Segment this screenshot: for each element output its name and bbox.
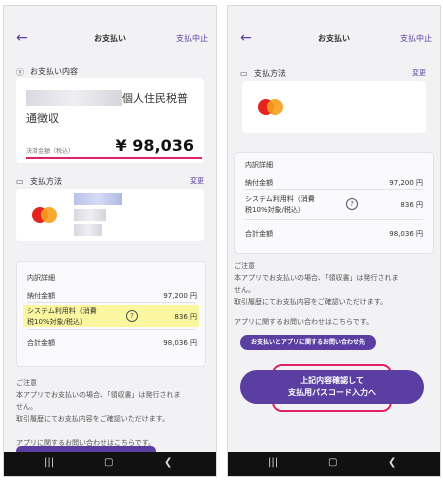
phone-screen-right: ← お支払い 支払中止 ▭ 支払方法 変更 内訳詳細 納付金額 97,200 円… xyxy=(227,5,441,477)
blurred-card-info xyxy=(74,209,106,221)
breakdown-label: 納付金額 xyxy=(27,292,55,300)
divider xyxy=(245,189,423,190)
divider xyxy=(245,219,423,220)
app-header: ← お支払い 支払中止 xyxy=(4,6,216,62)
notes-line: せん。 xyxy=(234,286,255,294)
breakdown-value: 97,200 円 xyxy=(389,179,423,187)
nav-home-icon[interactable]: ▢ xyxy=(104,457,113,468)
item-name-line2: 通徴収 xyxy=(26,112,59,125)
change-payment-method-link[interactable]: 変更 xyxy=(412,68,426,78)
app-header: ← お支払い 支払中止 xyxy=(228,6,440,62)
breakdown-label: 合計金額 xyxy=(27,339,55,347)
question-icon[interactable]: ? xyxy=(346,198,358,210)
breakdown-label: 納付金額 xyxy=(245,179,273,187)
android-nav-bar: ||| ▢ ❮ xyxy=(4,452,216,476)
notes-line: 取引履歴にてお支払内容をご確認いただけます。 xyxy=(16,415,170,423)
notes-line: アプリに関するお問い合わせはこちらです。 xyxy=(234,318,374,326)
mastercard-logo xyxy=(26,203,62,227)
blurred-text xyxy=(26,90,122,106)
blurred-card-info xyxy=(74,193,122,205)
notes: ご注意 本アプリでお支払いの場合、「領収書」は発行されま せん。 取引履歴にてお… xyxy=(234,260,432,328)
android-nav-bar: ||| ▢ ❮ xyxy=(228,452,440,476)
amount-value: ¥ 98,036 xyxy=(115,136,194,155)
cta-line1: 上記内容確認して xyxy=(300,376,364,385)
yen-circle-icon: ⓨ xyxy=(16,68,24,77)
nav-recents-icon[interactable]: ||| xyxy=(268,457,278,468)
nav-back-icon[interactable]: ❮ xyxy=(164,457,172,468)
breakdown-title: 内訳詳細 xyxy=(27,274,55,282)
confirm-and-enter-passcode-button[interactable]: 上記内容確認して 支払用パスコード入力へ xyxy=(240,370,424,404)
card-icon: ▭ xyxy=(16,177,24,186)
breakdown-value: 98,036 円 xyxy=(163,339,197,347)
payment-method-card[interactable] xyxy=(16,189,204,241)
notes-line xyxy=(16,425,208,437)
breakdown-value: 97,200 円 xyxy=(163,292,197,300)
mastercard-logo xyxy=(252,95,288,119)
notes-line: 本アプリでお支払いの場合、「領収書」は発行されま xyxy=(16,391,181,399)
divider xyxy=(27,302,195,303)
breakdown-label-cont: 税10%対象/税込） xyxy=(245,206,305,214)
breakdown-value: 836 円 xyxy=(400,201,423,209)
notes: ご注意 本アプリでお支払いの場合、「領収書」は発行されま せん。 取引履歴にてお… xyxy=(16,377,208,449)
payment-content-title: お支払い内容 xyxy=(30,67,78,76)
cancel-payment-link[interactable]: 支払中止 xyxy=(176,33,208,44)
notes-line: 本アプリでお支払いの場合、「領収書」は発行されま xyxy=(234,274,399,282)
blurred-card-info xyxy=(74,224,102,236)
breakdown-label: システム利用料（消費 xyxy=(27,307,97,315)
change-payment-method-link[interactable]: 変更 xyxy=(190,176,204,186)
nav-back-icon[interactable]: ❮ xyxy=(388,457,396,468)
notes-title: ご注意 xyxy=(16,379,37,387)
notes-line: せん。 xyxy=(16,403,37,411)
item-name-line1: 個人住民税普 xyxy=(122,92,188,105)
payment-method-card[interactable] xyxy=(242,81,426,133)
cancel-payment-link[interactable]: 支払中止 xyxy=(400,33,432,44)
cta-line2: 支払用パスコード入力へ xyxy=(288,388,376,397)
payment-content-card: 個人住民税普 通徴収 決済金額（税込） ¥ 98,036 xyxy=(16,78,204,163)
breakdown-value: 836 円 xyxy=(174,313,197,321)
notes-line: 取引履歴にてお支払内容をご確認いただけます。 xyxy=(234,298,388,306)
nav-home-icon[interactable]: ▢ xyxy=(328,457,337,468)
breakdown-value: 98,036 円 xyxy=(389,230,423,238)
breakdown-label-cont: 税10%対象/税込） xyxy=(27,318,87,326)
breakdown-card: 内訳詳細 納付金額 97,200 円 システム利用料（消費 税10%対象/税込）… xyxy=(16,261,206,367)
payment-method-title: 支払方法 xyxy=(254,69,286,78)
divider xyxy=(27,329,195,330)
nav-recents-icon[interactable]: ||| xyxy=(44,457,54,468)
breakdown-card: 内訳詳細 納付金額 97,200 円 システム利用料（消費 税10%対象/税込）… xyxy=(234,152,434,254)
inquiry-button[interactable]: お支払いとアプリに関するお問い合わせ先 xyxy=(240,335,376,350)
question-icon[interactable]: ? xyxy=(126,310,138,322)
notes-title: ご注意 xyxy=(234,262,255,270)
amount-underline xyxy=(26,157,202,159)
amount-label: 決済金額（税込） xyxy=(26,148,75,155)
payment-method-title: 支払方法 xyxy=(30,177,62,186)
breakdown-label: 合計金額 xyxy=(245,230,273,238)
card-icon: ▭ xyxy=(240,69,248,78)
phone-screen-left: ← お支払い 支払中止 ⓨ お支払い内容 個人住民税普 通徴収 決済金額（税込）… xyxy=(3,5,217,477)
breakdown-label: システム利用料（消費 xyxy=(245,195,315,203)
breakdown-title: 内訳詳細 xyxy=(245,161,273,169)
